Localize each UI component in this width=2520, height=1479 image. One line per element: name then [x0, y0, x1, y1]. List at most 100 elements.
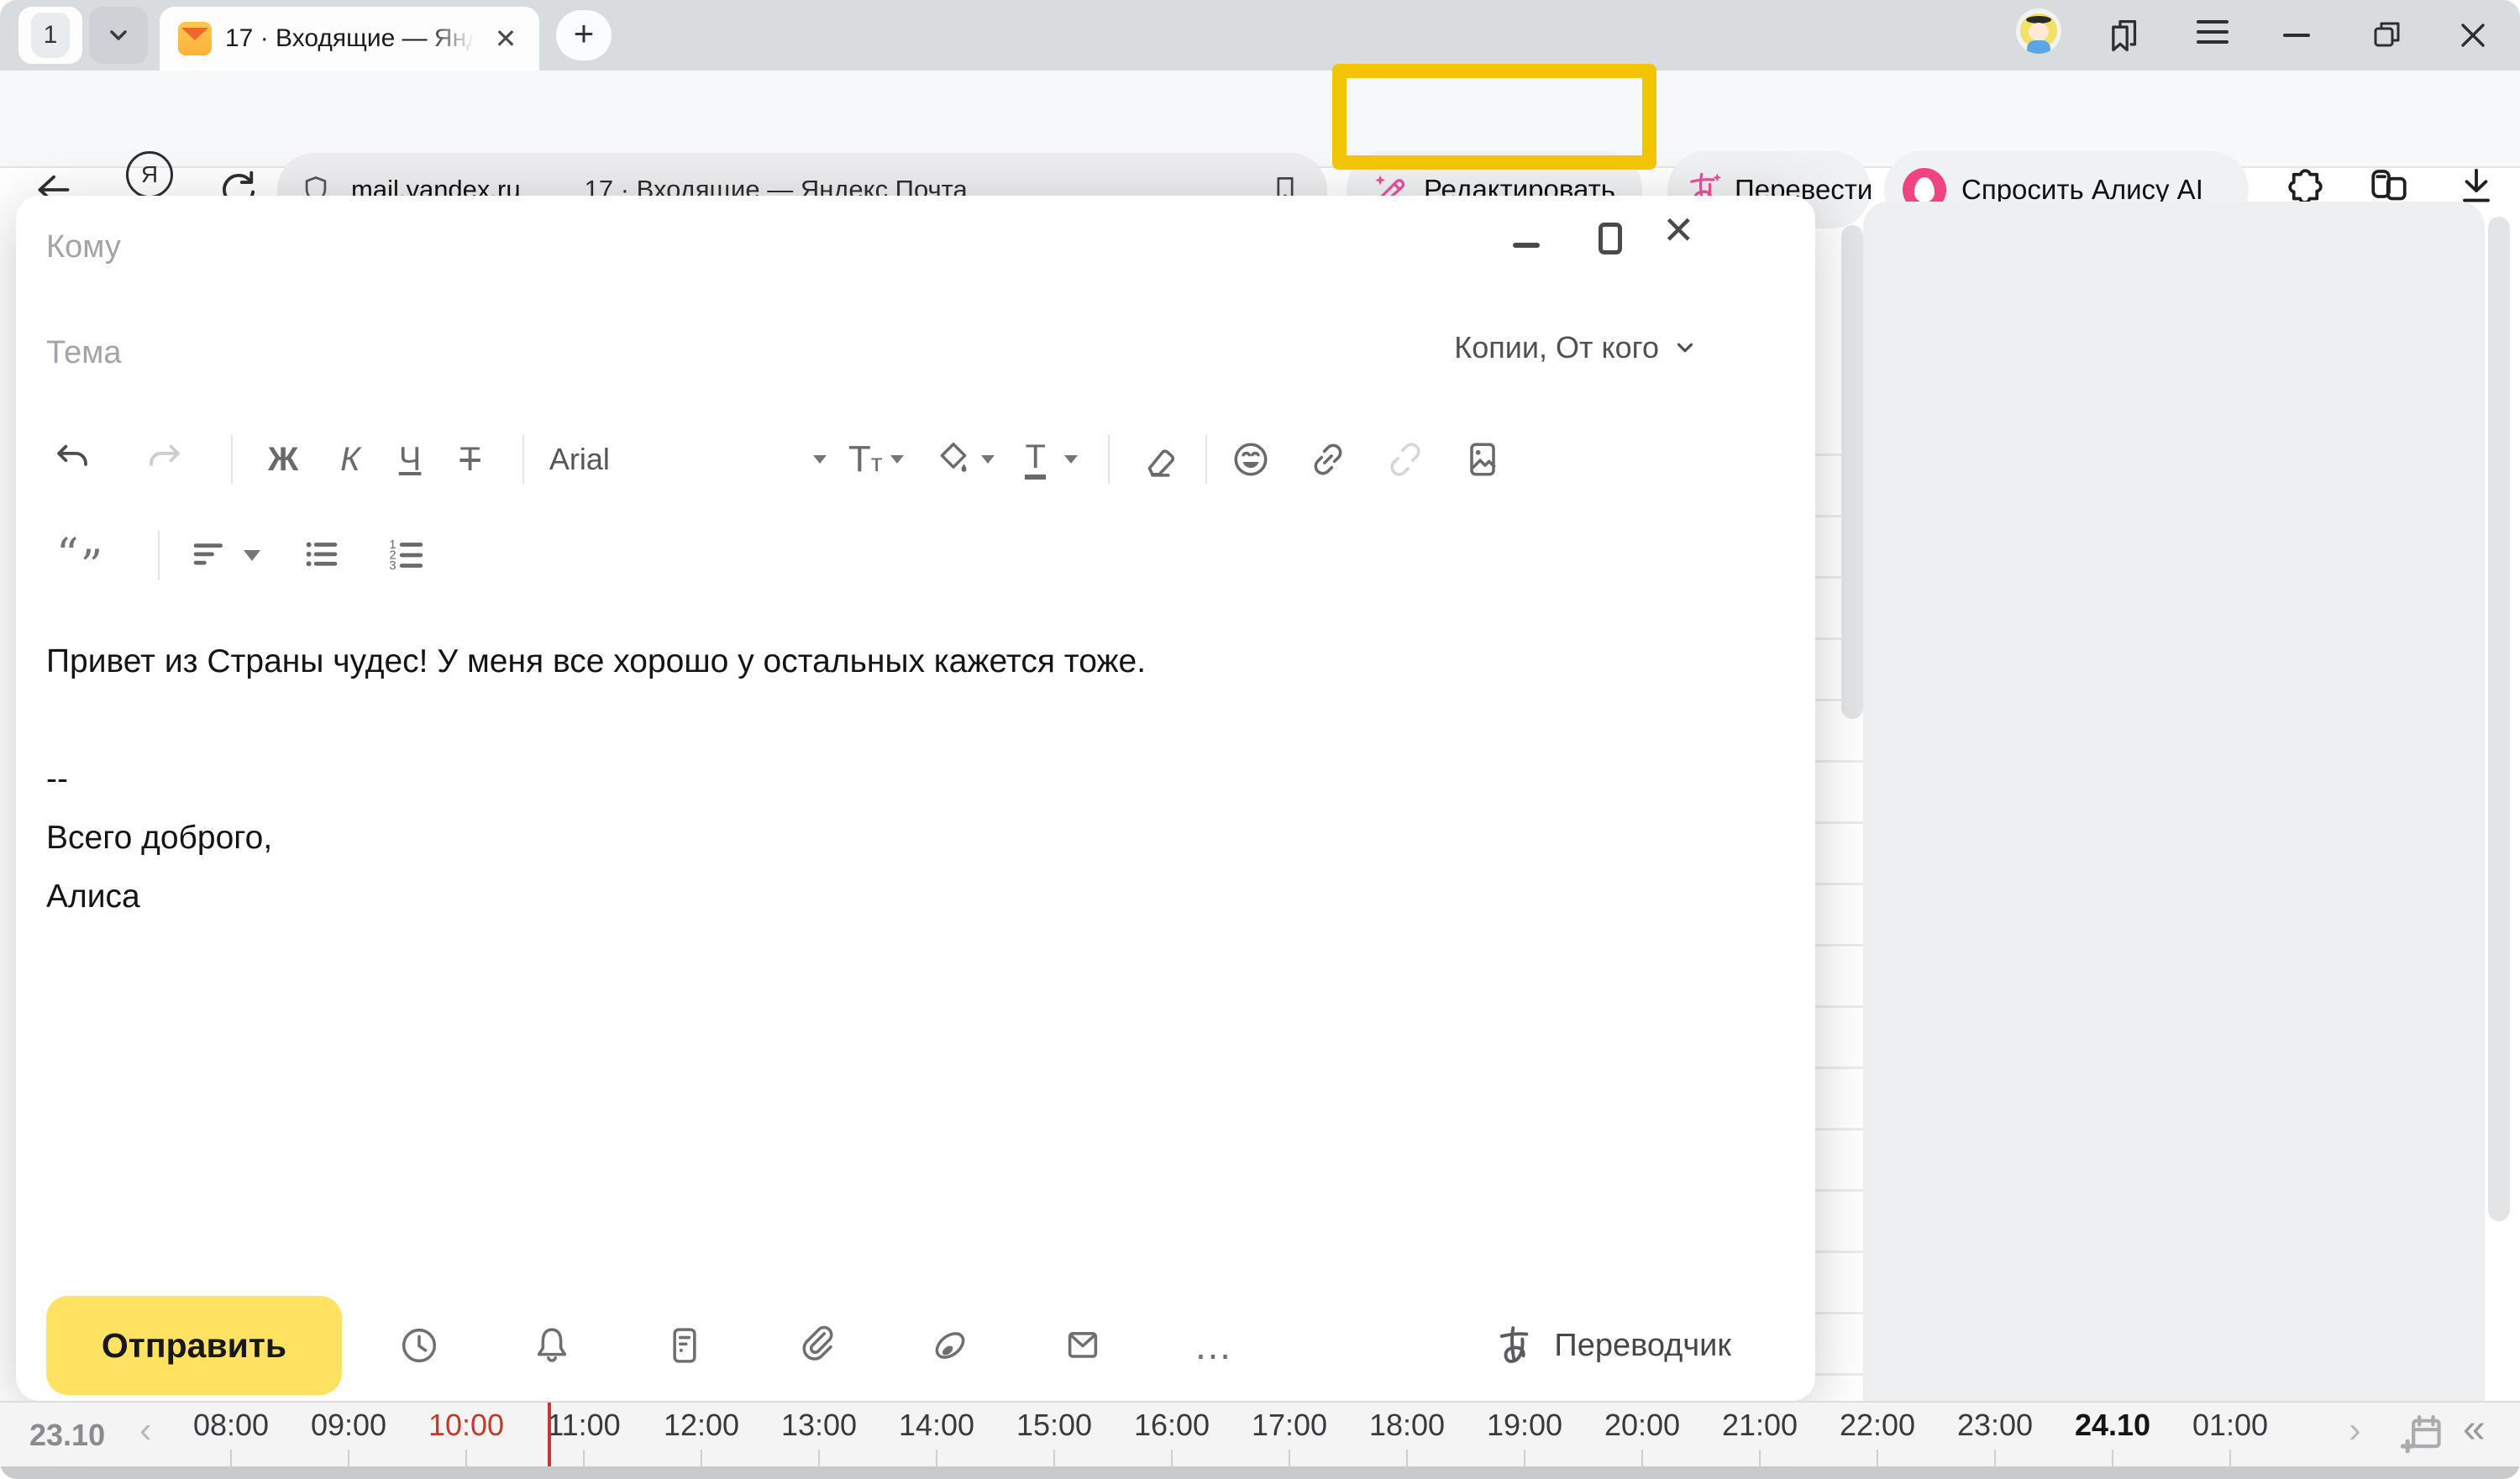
numbered-list-button[interactable]: 123: [386, 534, 428, 576]
compose-minimize-button[interactable]: [1513, 243, 1540, 248]
timeline-hour-label: 21:00: [1701, 1408, 1819, 1468]
clear-format-eraser-button[interactable]: [1137, 438, 1180, 481]
reminder-bell-button[interactable]: [530, 1324, 574, 1367]
translator-hiragana-icon: [1494, 1323, 1539, 1368]
timeline-hour-label: 13:00: [760, 1408, 878, 1468]
chevron-down-icon: [1672, 335, 1698, 360]
template-button[interactable]: [663, 1324, 706, 1367]
timeline-hour-label: 11:00: [525, 1408, 643, 1468]
cc-from-label: Копии, От кого: [1454, 330, 1659, 365]
message-body-editor[interactable]: Привет из Страны чудес! У меня все хорош…: [46, 632, 1748, 926]
divider: [1108, 435, 1110, 484]
schedule-send-clock-button[interactable]: [397, 1324, 441, 1367]
avatar-dress: [2027, 40, 2050, 54]
to-field[interactable]: Кому: [46, 229, 121, 265]
remove-link-button[interactable]: [1383, 438, 1427, 481]
bullet-list-button[interactable]: [301, 534, 343, 576]
caret-down-icon[interactable]: [244, 550, 260, 561]
chevron-down-icon: [103, 20, 134, 50]
translator-toggle[interactable]: Переводчик: [1494, 1323, 1731, 1368]
timeline-hour-label: 01:00: [2171, 1408, 2289, 1468]
window-minimize-button[interactable]: [2283, 15, 2310, 37]
new-tab-button[interactable]: +: [556, 10, 612, 60]
timeline-hour-label: 23:00: [1936, 1408, 2054, 1468]
tab-close-button[interactable]: ✕: [487, 23, 524, 55]
menu-button[interactable]: [2197, 20, 2229, 44]
format-toolbar-row2: “” 123: [41, 517, 428, 594]
bold-button[interactable]: Ж: [268, 443, 298, 476]
compose-expand-button[interactable]: [1599, 223, 1622, 254]
timeline-prev-button[interactable]: ‹: [139, 1409, 152, 1451]
format-toolbar-row1: Ж К Ч Т Arial Тт Т: [41, 421, 1504, 498]
compose-action-icons: …: [397, 1323, 1236, 1368]
font-size-button[interactable]: Тт: [848, 438, 883, 480]
redo-button[interactable]: [140, 438, 184, 481]
translator-label: Переводчик: [1554, 1328, 1731, 1364]
page-scrollbar[interactable]: [2488, 217, 2510, 1221]
message-envelope-button[interactable]: [1061, 1324, 1105, 1367]
more-actions-button[interactable]: …: [1194, 1323, 1236, 1368]
timeline-hour-label: 20:00: [1583, 1408, 1701, 1468]
window-restore-button[interactable]: [2369, 17, 2406, 54]
timeline-hour-label: 10:00: [407, 1408, 525, 1468]
cc-from-toggle[interactable]: Копии, От кого: [1454, 330, 1698, 365]
caret-down-icon[interactable]: [981, 455, 995, 464]
bookmarks-icon: [2105, 15, 2145, 55]
timeline-hour-label: 18:00: [1348, 1408, 1466, 1468]
body-line: Привет из Страны чудес! У меня все хорош…: [46, 632, 1748, 691]
timeline-collapse-button[interactable]: «: [2463, 1406, 2486, 1452]
tab-counter-label: 1: [31, 13, 70, 58]
emoji-button[interactable]: [1229, 438, 1273, 481]
highlight-color-button[interactable]: [932, 438, 974, 480]
timeline-hour-label: 12:00: [643, 1408, 760, 1468]
timeline-next-button[interactable]: ›: [2349, 1409, 2361, 1451]
timeline-hour-label: 15:00: [995, 1408, 1113, 1468]
yandex-mail-favicon-icon: [178, 22, 212, 55]
timeline-hour-label: 08:00: [172, 1408, 290, 1468]
tab-bar: 1 17 · Входящие — Яндек ✕ +: [0, 0, 2520, 71]
subject-field[interactable]: Тема: [46, 335, 121, 371]
profile-avatar[interactable]: [2016, 8, 2061, 54]
timeline-hour-label: 17:00: [1231, 1408, 1348, 1468]
active-tab[interactable]: 17 · Входящие — Яндек ✕: [160, 7, 539, 71]
align-button[interactable]: [188, 534, 230, 576]
timeline-hour-label: 19:00: [1466, 1408, 1583, 1468]
insert-image-button[interactable]: [1461, 438, 1504, 481]
restore-icon: [2369, 17, 2406, 54]
italic-button[interactable]: К: [340, 443, 360, 476]
divider: [1205, 435, 1207, 484]
insert-link-button[interactable]: [1306, 438, 1350, 481]
avatar-face: [2029, 23, 2049, 41]
compose-window: Кому ✕ Тема Копии, От кого Ж К Ч Т: [16, 196, 1815, 1401]
signature-pen-button[interactable]: [928, 1324, 972, 1367]
timeline-hour-label: 09:00: [290, 1408, 407, 1468]
tab-list-chevron-button[interactable]: [89, 7, 148, 64]
divider: [231, 435, 233, 484]
strikethrough-button[interactable]: Т: [459, 443, 480, 476]
yandex-logo-icon: Я: [141, 161, 158, 188]
undo-button[interactable]: [53, 438, 97, 481]
window-close-button[interactable]: [2454, 17, 2491, 54]
timeline-hour-label: 16:00: [1113, 1408, 1231, 1468]
window-bottom-edge: [0, 1466, 2520, 1479]
timeline-hours[interactable]: 08:0009:0010:0011:0012:0013:0014:0015:00…: [172, 1408, 2289, 1468]
divider: [522, 435, 524, 484]
compose-scrollbar[interactable]: [1841, 225, 1863, 719]
text-color-button[interactable]: Т: [1025, 439, 1045, 480]
tab-counter-button[interactable]: 1: [18, 7, 82, 64]
caret-down-icon[interactable]: [1064, 455, 1078, 464]
compose-close-button[interactable]: ✕: [1662, 207, 1695, 253]
yandex-logo-button[interactable]: Я: [126, 151, 173, 198]
caret-down-icon[interactable]: [890, 455, 904, 464]
underline-button[interactable]: Ч: [399, 443, 422, 476]
bookmarks-panel-button[interactable]: [2105, 15, 2145, 55]
attach-file-button[interactable]: [795, 1324, 839, 1367]
add-event-calendar-button[interactable]: [2401, 1411, 2448, 1458]
current-time-indicator: [548, 1403, 551, 1466]
font-family-select[interactable]: Arial: [549, 442, 827, 477]
calendar-add-icon: [2401, 1411, 2448, 1458]
divider: [158, 531, 160, 580]
blockquote-button[interactable]: “”: [56, 533, 102, 577]
send-button[interactable]: Отправить: [46, 1296, 342, 1395]
caret-down-icon: [813, 455, 827, 464]
